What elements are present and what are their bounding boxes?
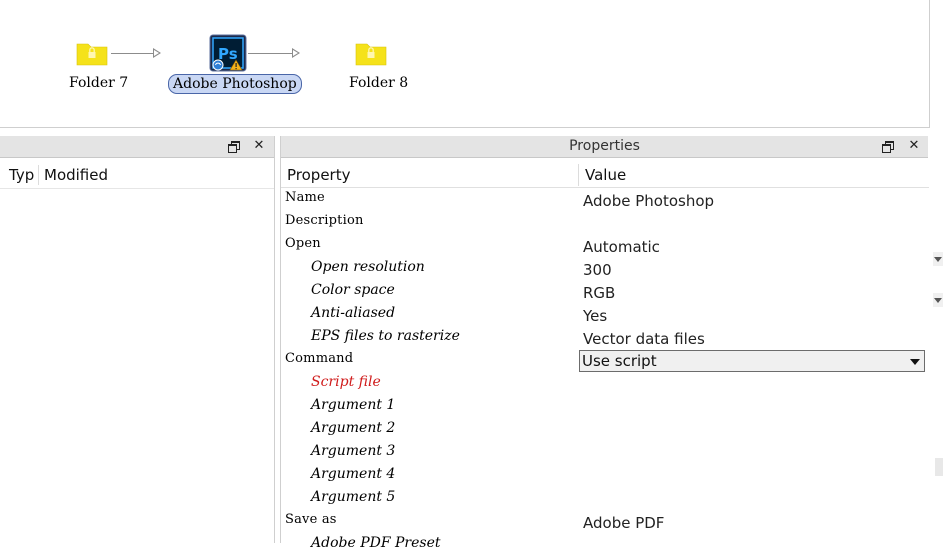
column-header-modified[interactable]: Modified [40, 163, 270, 187]
column-divider[interactable] [38, 165, 39, 185]
dropdown-selected-value: Use script [582, 352, 657, 370]
command-dropdown[interactable]: Use script [579, 350, 925, 372]
property-name: Argument 5 [311, 489, 396, 505]
property-row[interactable]: Adobe PDF Preset [281, 533, 928, 556]
property-row[interactable]: Name Adobe Photoshop [281, 188, 928, 211]
property-value[interactable]: RGB [583, 283, 615, 303]
property-value[interactable]: Vector data files [583, 329, 705, 349]
flow-node-label-selected: Adobe Photoshop [168, 74, 302, 94]
scroll-down-arrow-icon[interactable] [933, 293, 943, 307]
connection-arrow-icon [292, 48, 300, 58]
property-name: Argument 1 [311, 397, 396, 413]
property-row[interactable]: Command Use script [281, 349, 928, 372]
property-name: Argument 4 [311, 466, 396, 482]
property-value[interactable]: Adobe PDF [583, 513, 664, 533]
property-row[interactable]: Anti-aliased Yes [281, 303, 928, 326]
panel-title: Properties [569, 138, 640, 154]
restore-window-button[interactable] [880, 138, 896, 154]
restore-window-button[interactable] [226, 138, 242, 154]
property-name: Save as [285, 512, 337, 527]
close-icon: ✕ [908, 138, 920, 153]
folder-lock-icon [355, 43, 387, 66]
photoshop-app-icon: Ps [209, 34, 247, 72]
scrollbar-thumb[interactable] [935, 458, 943, 476]
connection-line[interactable] [248, 53, 294, 54]
property-row[interactable]: Argument 3 [281, 441, 928, 464]
property-name: Adobe PDF Preset [311, 535, 441, 551]
property-name: Script file [311, 374, 381, 390]
property-row[interactable]: Argument 1 [281, 395, 928, 418]
flow-canvas[interactable]: Folder 7 Ps Adobe Photoshop Folder 8 [0, 0, 930, 128]
flow-node-label: Folder 7 [69, 75, 129, 91]
restore-icon [880, 138, 896, 154]
property-name: EPS files to rasterize [311, 328, 460, 344]
flow-node-adobe-photoshop[interactable]: Ps Adobe Photoshop [168, 34, 302, 98]
property-name: Name [285, 190, 325, 205]
property-name: Command [285, 351, 354, 366]
column-header-type[interactable]: Typ [5, 163, 39, 187]
folder-lock-icon [76, 43, 108, 66]
close-icon: ✕ [253, 138, 265, 153]
property-row[interactable]: EPS files to rasterize Vector data files [281, 326, 928, 349]
scroll-down-arrow-icon[interactable] [933, 252, 943, 266]
property-row[interactable]: Color space RGB [281, 280, 928, 303]
restore-icon [226, 138, 242, 154]
panel-header: ✕ [0, 136, 274, 158]
property-row[interactable]: Argument 4 [281, 464, 928, 487]
connection-line[interactable] [111, 53, 156, 54]
property-name: Argument 3 [311, 443, 396, 459]
flow-node-label: Folder 8 [349, 75, 409, 91]
property-row[interactable]: Argument 2 [281, 418, 928, 441]
property-value[interactable]: Automatic [583, 237, 660, 257]
column-header-property[interactable]: Property [281, 162, 579, 188]
property-value[interactable]: 300 [583, 260, 612, 280]
property-name: Anti-aliased [311, 305, 396, 321]
property-name: Color space [311, 282, 395, 298]
property-name: Open [285, 236, 321, 251]
panel-header: Properties ✕ [281, 136, 928, 158]
property-value[interactable]: Adobe Photoshop [583, 191, 714, 211]
properties-panel: Properties ✕ Property Value Name Adobe Ph… [280, 136, 929, 551]
flow-node-folder-7[interactable]: Folder 7 [60, 38, 130, 98]
property-name: Open resolution [311, 259, 425, 275]
column-header-value[interactable]: Value [579, 162, 929, 188]
connection-arrow-icon [153, 48, 161, 58]
property-row[interactable]: Save as Adobe PDF [281, 510, 928, 533]
property-name: Argument 2 [311, 420, 396, 436]
property-row[interactable]: Description [281, 211, 928, 234]
flow-node-folder-8[interactable]: Folder 8 [340, 38, 410, 98]
property-row[interactable]: Open Automatic [281, 234, 928, 257]
chevron-down-icon [910, 359, 920, 365]
property-name: Description [285, 213, 364, 228]
property-row[interactable]: Argument 5 [281, 487, 928, 510]
property-row[interactable]: Open resolution 300 [281, 257, 928, 280]
close-panel-button[interactable]: ✕ [251, 138, 267, 154]
svg-text:Ps: Ps [218, 45, 238, 63]
header-separator [0, 188, 274, 189]
property-row[interactable]: Script file [281, 372, 928, 395]
property-value[interactable]: Yes [583, 306, 607, 326]
close-panel-button[interactable]: ✕ [906, 138, 922, 154]
files-panel: ✕ Typ Modified [0, 136, 275, 543]
